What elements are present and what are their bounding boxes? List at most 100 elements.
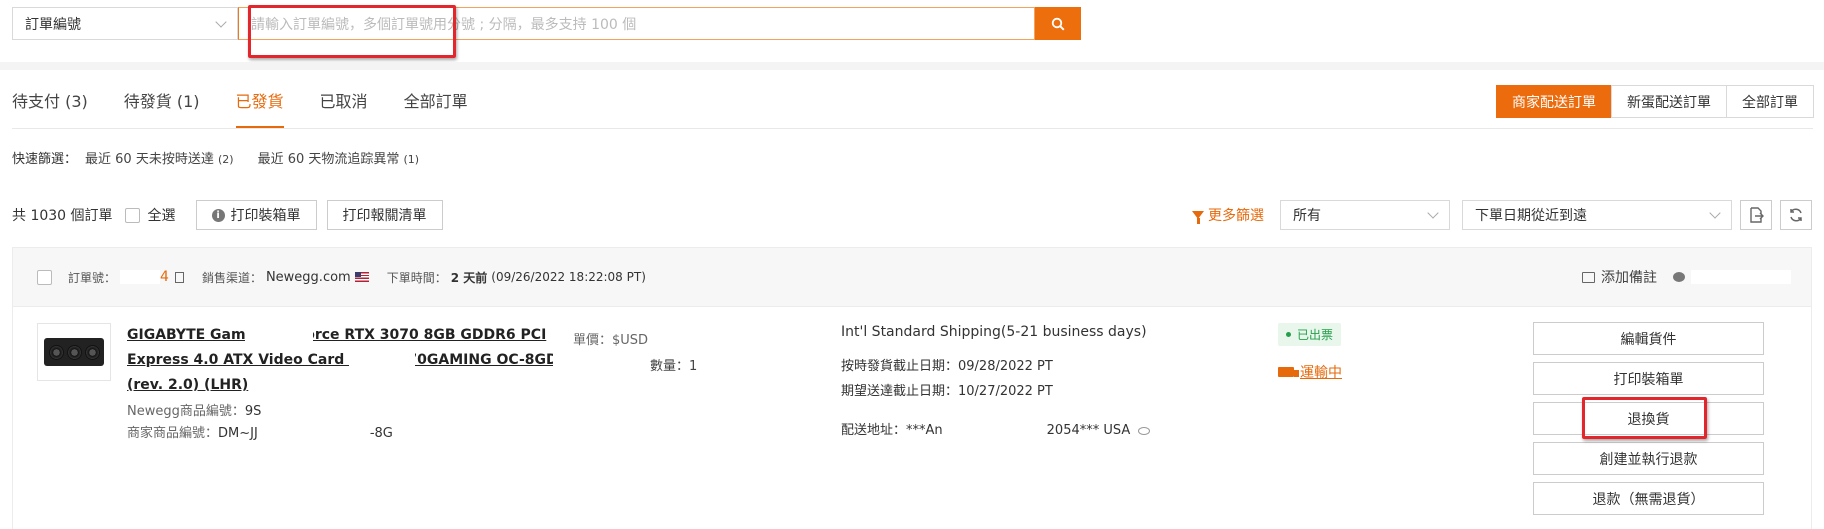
shipping-address-end: 2054*** USA — [1046, 423, 1131, 438]
search-type-select[interactable]: 訂單編號 — [12, 7, 238, 40]
info-icon: i — [211, 208, 225, 222]
graphics-card-image — [44, 338, 104, 366]
quick-filter-late-text: 最近 60 天未按時送達 — [85, 152, 214, 167]
newegg-item-no-label: Newegg商品編號： — [127, 404, 245, 419]
in-transit-label: 運輸中 — [1300, 365, 1342, 381]
newegg-item-no: Newegg商品編號：9S — [127, 400, 261, 419]
tabs-divider — [12, 128, 1813, 129]
order-select-checkbox[interactable] — [37, 269, 52, 285]
reveal-address-icon[interactable] — [1138, 426, 1151, 435]
shipping-address-label: 配送地址： — [841, 423, 907, 438]
us-flag-icon — [354, 272, 369, 282]
print-customs-list-button[interactable]: 打印報關清單 — [326, 200, 443, 230]
product-thumbnail[interactable] — [37, 323, 111, 381]
chevron-down-icon — [215, 15, 227, 28]
tab-pending-payment[interactable]: 待支付 (3) — [12, 88, 88, 128]
order-time-absolute: (09/26/2022 18:22:08 PT) — [491, 270, 646, 284]
tab-all-orders[interactable]: 全部訂單 — [404, 88, 468, 128]
toolbar-right: 更多篩選 所有 下單日期從近到遠 — [1192, 200, 1812, 230]
channel-label: 銷售渠道： — [201, 270, 262, 285]
chat-icon[interactable] — [1673, 272, 1685, 282]
order-header-actions: 添加備註 — [1582, 267, 1791, 287]
status-filter-value: 所有 — [1293, 208, 1321, 224]
status-tabs: 待支付 (3) 待發貨 (1) 已發貨 已取消 全部訂單 — [12, 88, 468, 128]
status-filter-select[interactable]: 所有 — [1280, 200, 1450, 230]
redacted-address — [942, 423, 1047, 438]
note-flag-icon — [1582, 271, 1595, 283]
export-icon — [1750, 207, 1764, 223]
chevron-down-icon — [1709, 207, 1721, 219]
order-no-partial: 4 — [160, 269, 169, 285]
quick-filter-tracking-issue[interactable]: 最近 60 天物流追踪異常 (1) — [258, 148, 420, 167]
add-note-link[interactable]: 添加備註 — [1601, 267, 1657, 287]
annotation-highlight-search — [248, 5, 456, 58]
seller-item-no-start: DM~JJ — [218, 426, 258, 441]
copy-icon[interactable] — [174, 271, 184, 283]
order-time-label: 下單時間： — [386, 270, 447, 285]
filter-icon — [1192, 211, 1204, 224]
product-title-link[interactable]: GIGABYTE Gaming GeForce RTX 3070 8GB GDD… — [127, 323, 559, 398]
search-type-label: 訂單編號 — [25, 16, 81, 33]
channel-value: Newegg.com — [265, 269, 351, 285]
sort-value: 下單日期從近到遠 — [1475, 208, 1587, 224]
seller-item-no: 商家商品編號：DM~JJ -8G — [127, 422, 393, 441]
refresh-icon — [1790, 208, 1802, 222]
order-time-relative: 2 天前 — [450, 270, 488, 285]
quick-filter-label: 快速篩選： — [12, 152, 78, 167]
redacted-title-b — [349, 352, 415, 372]
quick-filter-late-delivery[interactable]: 最近 60 天未按時送達 (2) — [85, 148, 234, 167]
order-no-label: 訂單號： — [68, 270, 117, 285]
status-badge-label: 已出票 — [1297, 328, 1334, 342]
export-button[interactable] — [1740, 200, 1772, 230]
refund-no-return-button[interactable]: 退款（無需退貨） — [1533, 482, 1764, 515]
quick-filter-late-count: (2) — [217, 153, 234, 166]
search-bar: 訂單編號 請輸入訂單編號，多個訂單號用分號 ; 分隔，最多支持 100 個 — [12, 7, 1081, 40]
redacted-title-a — [245, 327, 313, 347]
scope-all[interactable]: 全部訂單 — [1726, 85, 1814, 118]
edit-shipment-button[interactable]: 編輯貨件 — [1533, 322, 1764, 355]
scope-newegg-fulfilled[interactable]: 新蛋配送訂單 — [1611, 85, 1727, 118]
in-transit-link[interactable]: 運輸中 — [1278, 362, 1342, 382]
section-divider — [0, 62, 1824, 70]
select-all-checkbox[interactable] — [124, 207, 140, 223]
order-toolbar: 共 1030 個訂單 全選 i 打印裝箱單 打印報關清單 更多篩選 所有 下單日… — [12, 200, 1812, 230]
unit-price: 單價：$USD — [573, 333, 649, 348]
quick-filter-tracking-count: (1) — [403, 153, 420, 166]
seller-item-no-end: -8G — [369, 426, 393, 441]
quantity: 數量：1 — [650, 359, 698, 374]
shipping-address: 配送地址：***An 2054*** USA — [841, 419, 1151, 438]
more-filter-label: 更多篩選 — [1208, 208, 1264, 224]
search-icon — [1051, 17, 1065, 31]
tab-cancelled[interactable]: 已取消 — [320, 88, 368, 128]
search-button[interactable] — [1035, 7, 1081, 40]
truck-icon — [1278, 367, 1299, 377]
print-customs-list-label: 打印報關清單 — [342, 208, 427, 224]
chevron-down-icon — [1427, 207, 1439, 219]
ship-by-date: 按時發貨截止日期：09/28/2022 PT — [841, 359, 1053, 374]
select-all-label: 全選 — [147, 208, 176, 224]
seller-item-no-label: 商家商品編號： — [127, 426, 219, 441]
status-badge: 已出票 — [1278, 323, 1342, 346]
tab-pending-shipment[interactable]: 待發貨 (1) — [124, 88, 200, 128]
sort-select[interactable]: 下單日期從近到遠 — [1462, 200, 1732, 230]
status-dot — [1286, 332, 1291, 337]
deliver-by-date: 期望送達截止日期：10/27/2022 PT — [841, 384, 1053, 399]
order-count: 共 1030 個訂單 — [12, 208, 113, 224]
shipping-address-start: ***An — [906, 423, 943, 438]
print-packing-slip-label: 打印裝箱單 — [230, 208, 301, 224]
refresh-button[interactable] — [1780, 200, 1812, 230]
annotation-highlight-return — [1582, 397, 1707, 439]
newegg-item-no-value: 9S — [244, 404, 262, 419]
print-packing-slip-row-button[interactable]: 打印裝箱單 — [1533, 362, 1764, 395]
create-refund-button[interactable]: 創建並執行退款 — [1533, 442, 1764, 475]
scope-seller-fulfilled[interactable]: 商家配送訂單 — [1496, 85, 1612, 118]
redacted-seller-no — [257, 426, 370, 441]
redacted-order-no — [120, 270, 161, 284]
select-all[interactable]: 全選 — [124, 205, 176, 225]
shipping-method: Int'l Standard Shipping(5-21 business da… — [841, 324, 1147, 340]
print-packing-slip-button[interactable]: i 打印裝箱單 — [195, 200, 317, 230]
order-header: 訂單號： 4 銷售渠道： Newegg.com 下單時間： 2 天前 (09/2… — [12, 247, 1812, 307]
more-filter-button[interactable]: 更多篩選 — [1192, 205, 1264, 225]
order-body: GIGABYTE Gaming GeForce RTX 3070 8GB GDD… — [12, 307, 1812, 529]
tab-shipped[interactable]: 已發貨 — [235, 88, 284, 128]
